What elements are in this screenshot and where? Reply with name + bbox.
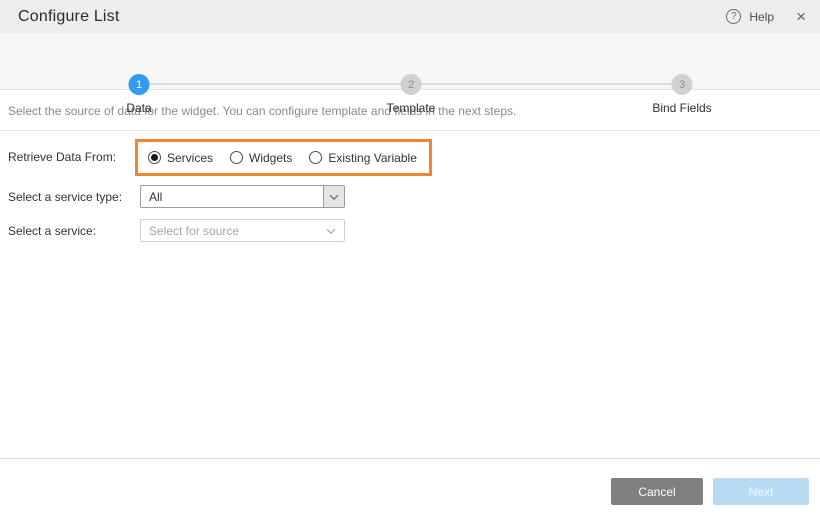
radio-circle-icon: [230, 151, 243, 164]
service-select-placeholder: Select for source: [149, 224, 239, 238]
close-icon[interactable]: ×: [796, 8, 806, 25]
radio-widgets-label: Widgets: [249, 151, 292, 165]
step-2-circle[interactable]: 2: [401, 74, 422, 95]
chevron-down-icon: [327, 225, 335, 233]
step-2-label: Template: [387, 101, 436, 115]
radio-services[interactable]: Services: [148, 151, 213, 165]
service-type-select[interactable]: All: [140, 185, 345, 208]
radio-services-label: Services: [167, 151, 213, 165]
next-button[interactable]: Next: [713, 478, 809, 505]
service-label: Select a service:: [8, 224, 96, 238]
retrieve-data-from-label: Retrieve Data From:: [8, 150, 116, 164]
help-icon[interactable]: ?: [726, 9, 741, 24]
chevron-down-icon: [330, 191, 338, 199]
radio-existing-variable-label: Existing Variable: [328, 151, 417, 165]
description-text: Select the source of data for the widget…: [8, 104, 516, 118]
page-title: Configure List: [18, 8, 120, 26]
select-dropdown-button[interactable]: [323, 186, 344, 207]
service-type-selected-value: All: [141, 190, 162, 204]
step-1-label: Data: [126, 101, 151, 115]
radio-selected-dot: [151, 154, 158, 161]
step-3-label: Bind Fields: [652, 101, 711, 115]
radio-existing-variable[interactable]: Existing Variable: [309, 151, 417, 165]
configure-list-dialog: Configure List ? Help × 1 Data 2 Templat…: [0, 0, 820, 520]
footer-divider: [0, 458, 820, 459]
header-actions: ? Help ×: [726, 8, 806, 25]
radio-circle-icon: [309, 151, 322, 164]
cancel-button[interactable]: Cancel: [611, 478, 703, 505]
service-type-label: Select a service type:: [8, 190, 122, 204]
step-3-circle[interactable]: 3: [672, 74, 693, 95]
help-link[interactable]: Help: [749, 10, 774, 24]
radio-widgets[interactable]: Widgets: [230, 151, 292, 165]
dialog-header: Configure List ? Help ×: [0, 0, 820, 33]
wizard-stepper: 1 Data 2 Template 3 Bind Fields: [0, 33, 820, 90]
step-1-circle[interactable]: 1: [129, 74, 150, 95]
radio-circle-icon: [148, 151, 161, 164]
highlight-box: Services Widgets Existing Variable: [135, 139, 432, 176]
service-select[interactable]: Select for source: [140, 219, 345, 242]
